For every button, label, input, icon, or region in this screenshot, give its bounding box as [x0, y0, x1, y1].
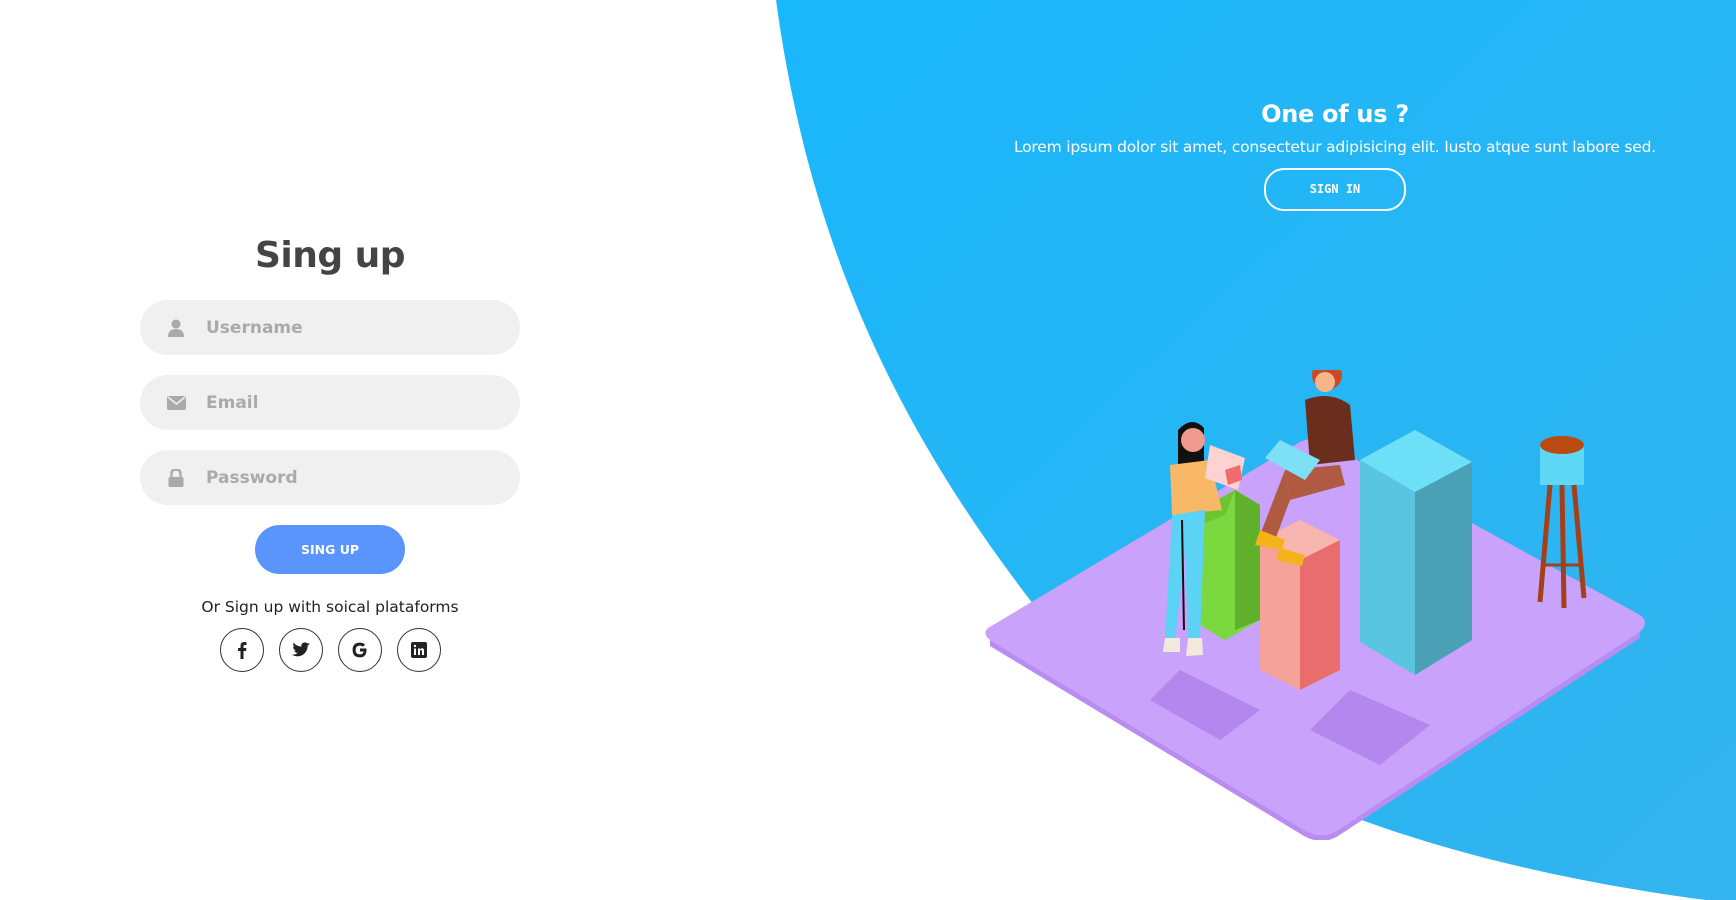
linkedin-icon [410, 642, 427, 658]
signup-form: Sing up SING UP Or Sign up with soical p… [140, 235, 520, 672]
twitter-icon [291, 642, 310, 657]
sign-in-button[interactable]: SIGN IN [1264, 168, 1406, 211]
password-input[interactable] [204, 466, 508, 489]
promo-text: Lorem ipsum dolor sit amet, consectetur … [1013, 138, 1656, 156]
promo-title: One of us ? [1261, 100, 1409, 128]
email-input[interactable] [204, 391, 508, 414]
facebook-icon [237, 642, 246, 659]
username-input[interactable] [204, 316, 508, 339]
lock-icon [166, 468, 186, 488]
username-field [140, 300, 520, 355]
google-button[interactable] [337, 628, 382, 672]
twitter-button[interactable] [278, 628, 323, 672]
signup-title: Sing up [254, 235, 406, 276]
social-media-row [140, 628, 520, 672]
envelope-icon [166, 393, 186, 413]
social-text: Or Sign up with soical plataforms [201, 598, 459, 616]
facebook-button[interactable] [219, 628, 264, 672]
office-illustration [985, 370, 1645, 840]
sign-up-button[interactable]: SING UP [255, 525, 405, 574]
password-field [140, 450, 520, 505]
promo-panel: One of us ? Lorem ipsum dolor sit amet, … [960, 100, 1710, 211]
linkedin-button[interactable] [396, 628, 441, 672]
email-field [140, 375, 520, 430]
google-icon [352, 642, 367, 658]
user-icon [166, 318, 186, 338]
page: One of us ? Lorem ipsum dolor sit amet, … [0, 0, 1736, 900]
